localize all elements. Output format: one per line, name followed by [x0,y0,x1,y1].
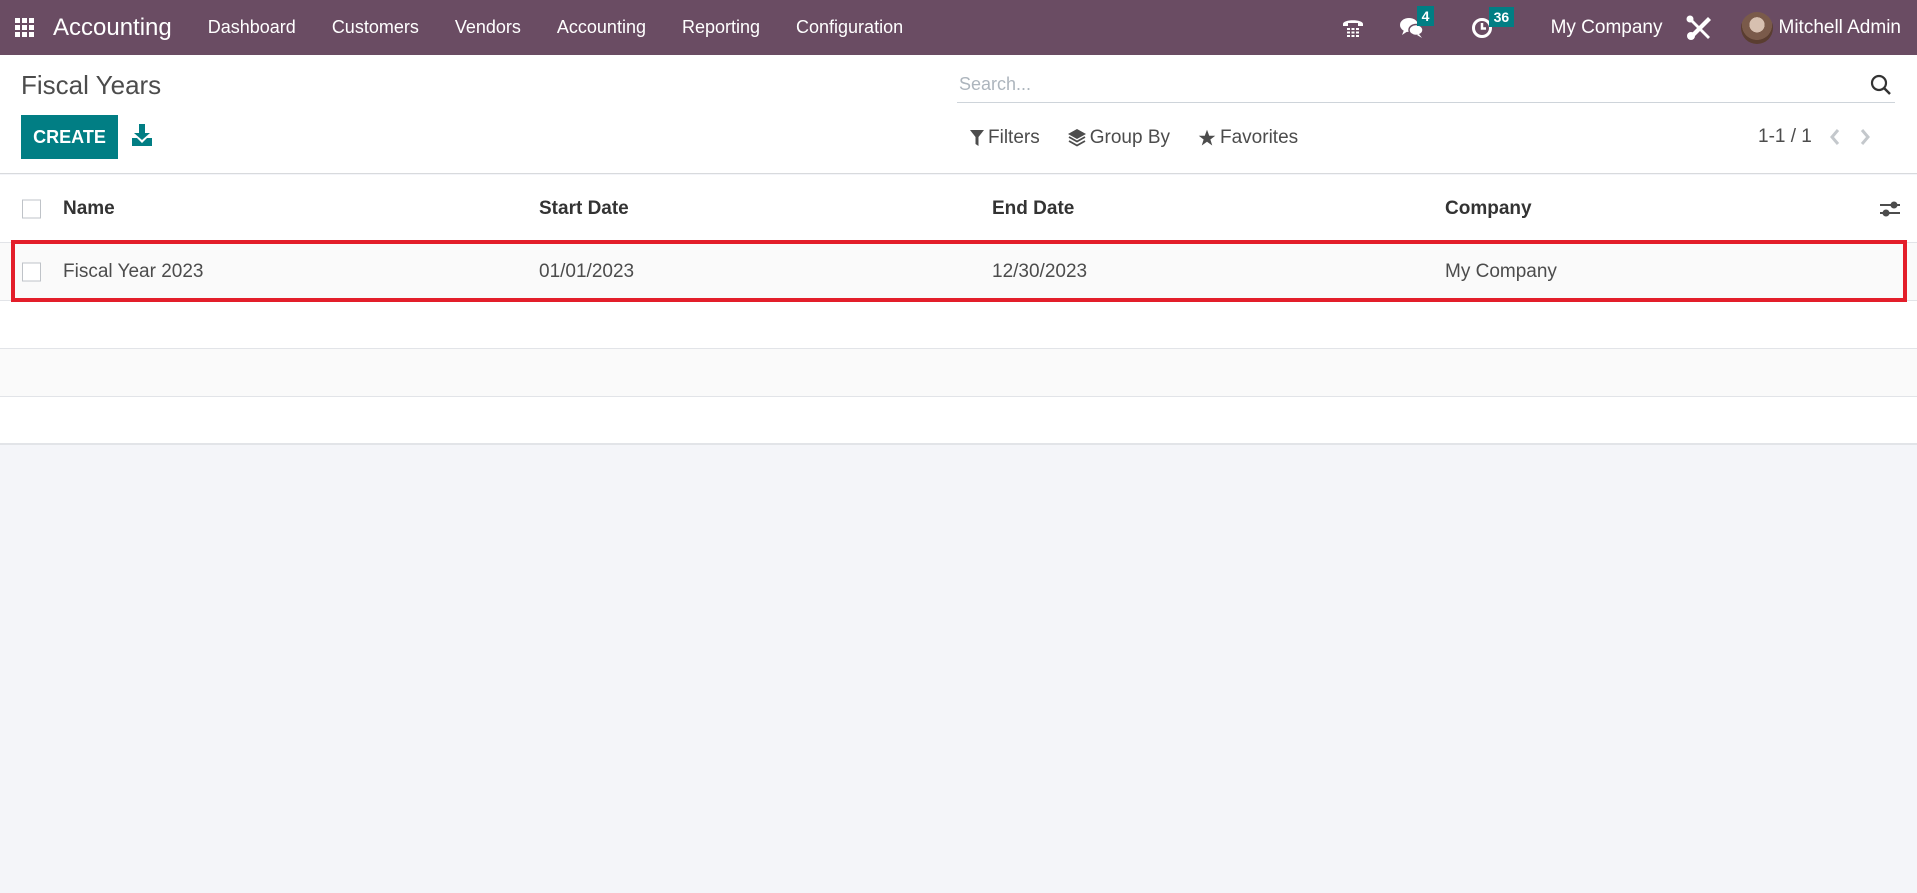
group-by-label: Group By [1089,127,1170,148]
menu-vendors[interactable]: Vendors [455,17,521,38]
pager-next-icon[interactable] [1858,127,1872,147]
app-grid-icon[interactable] [15,17,35,38]
column-company[interactable]: Company [1445,198,1532,220]
cell-start-date: 01/01/2023 [539,260,635,282]
cell-end-date: 12/30/2023 [992,260,1088,282]
company-switcher[interactable]: My Company [1551,17,1663,39]
empty-row [0,397,1917,445]
phone-icon[interactable] [1341,17,1365,39]
search-bar [957,67,1895,103]
empty-row [0,349,1917,397]
empty-row [0,301,1917,349]
menu-dashboard[interactable]: Dashboard [208,17,296,38]
search-icon[interactable] [1869,73,1893,97]
pager: 1-1 / 1 [1758,126,1872,148]
menu-configuration[interactable]: Configuration [796,17,903,38]
user-menu[interactable]: Mitchell Admin [1779,17,1902,39]
star-icon [1198,129,1216,146]
search-input[interactable] [957,74,1869,95]
chat-icon[interactable]: 4 [1399,5,1435,40]
app-name[interactable]: Accounting [53,14,172,42]
favorites-button[interactable]: Favorites [1198,127,1298,149]
filters-button[interactable]: Filters [970,127,1040,149]
tools-icon[interactable] [1685,14,1713,42]
group-by-button[interactable]: Group By [1067,127,1170,149]
layers-icon [1067,129,1086,147]
clock-icon[interactable]: 36 [1471,6,1515,39]
filters-label: Filters [988,127,1040,148]
control-panel: Fiscal Years CREATE Filters [0,55,1917,174]
column-start-date[interactable]: Start Date [539,198,629,220]
messages-badge: 4 [1416,5,1435,26]
top-navbar: Accounting Dashboard Customers Vendors A… [0,0,1917,55]
fiscal-years-list: Name Start Date End Date Company Fiscal … [0,175,1917,445]
cell-name: Fiscal Year 2023 [63,260,204,282]
menu-reporting[interactable]: Reporting [682,17,760,38]
column-name[interactable]: Name [63,198,115,220]
filter-icon [970,130,984,146]
column-end-date[interactable]: End Date [992,198,1074,220]
row-checkbox[interactable] [22,262,41,281]
activities-badge: 36 [1488,6,1515,27]
menu-customers[interactable]: Customers [332,17,419,38]
cell-company: My Company [1445,260,1557,282]
search-options: Filters Group By Favorites [970,127,1298,149]
create-button[interactable]: CREATE [21,115,118,159]
table-row[interactable]: Fiscal Year 2023 01/01/2023 12/30/2023 M… [0,243,1917,301]
select-all-checkbox[interactable] [22,199,41,218]
optional-columns-icon[interactable] [1879,199,1901,219]
user-avatar[interactable] [1740,11,1773,44]
list-header: Name Start Date End Date Company [0,175,1917,243]
pager-previous-icon[interactable] [1828,127,1842,147]
download-icon[interactable] [131,123,153,147]
page-title: Fiscal Years [21,70,162,100]
menu-accounting[interactable]: Accounting [557,17,646,38]
pager-value[interactable]: 1-1 / 1 [1758,126,1812,148]
favorites-label: Favorites [1220,127,1299,148]
